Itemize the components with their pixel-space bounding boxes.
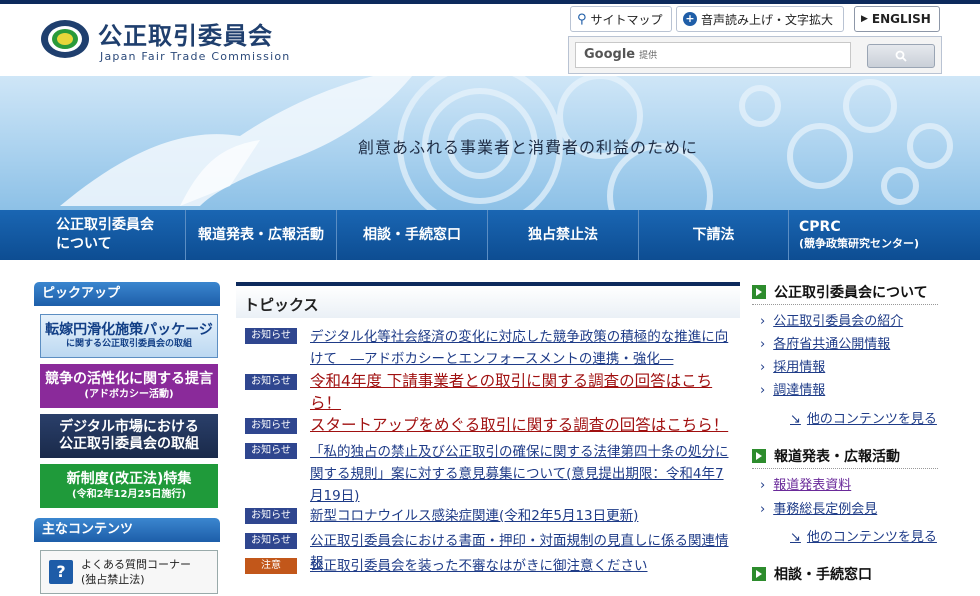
search-icon [895,50,907,62]
more-label: 他のコンテンツを見る [806,530,937,545]
topic-tag: お知らせ [245,533,297,549]
divider [752,468,938,469]
main-contents-heading: 主なコンテンツ [34,518,220,542]
banner-title: 転嫁円滑化施策パッケージ [45,321,213,338]
banner-price-pass-through[interactable]: 転嫁円滑化施策パッケージ に関する公正取引委員会の取組 [40,314,218,358]
topics-heading: トピックス [236,282,740,318]
topic-link[interactable]: 「私的独占の禁止及び公正取引の確保に関する法律第四十条の処分に関する規則」案に対… [310,441,730,507]
nav-item-consult[interactable]: 相談・手続窓口 [337,210,488,260]
topic-tag: お知らせ [245,443,297,459]
banner-advocacy[interactable]: 競争の活性化に関する提言 (アドボカシー活動) [40,364,218,408]
topic-link[interactable]: 公正取引委員会を装った不審なはがきに御注意ください [310,555,730,577]
pickup-heading: ピックアップ [34,282,220,306]
site-logo[interactable]: 公正取引委員会 Japan Fair Trade Commission [40,14,320,64]
topic-tag: お知らせ [245,328,297,344]
section-arrow-icon [752,285,766,299]
arrow-right-icon: ▶ [861,14,868,24]
sitemap-label: サイトマップ [590,12,663,27]
link-press-release[interactable]: 報道発表資料 [760,474,851,493]
plus-icon: + [683,12,697,26]
topic-tag: お知らせ [245,418,297,434]
more-link-about[interactable]: ↘ 他のコンテンツを見る [790,408,937,427]
nav-label: 相談・手続窓口 [363,226,461,243]
link-press-conference[interactable]: 事務総長定例会見 [760,498,877,517]
search-box: Google 提供 [568,36,942,74]
nav-label: 独占禁止法 [528,226,598,243]
section-title: 公正取引委員会について [774,285,928,301]
faq-sub: (独占禁止法) [81,573,145,586]
search-input[interactable]: Google 提供 [575,42,851,68]
nav-sub: について [56,236,112,252]
faq-banner[interactable]: ? よくある質問コーナー (独占禁止法) [40,550,218,594]
banner-title: 新制度(改正法)特集 [66,471,192,487]
site-title-en: Japan Fair Trade Commission [100,50,291,63]
topic-link[interactable]: 令和4年度 下請事業者との取引に関する調査の回答はこちら！ [310,370,730,414]
question-icon: ? [49,560,73,584]
banner-sub: (令和2年12月25日施行) [72,488,186,500]
arrow-icon: ↘ [790,412,801,427]
link-public-info[interactable]: 各府省共通公開情報 [760,333,890,352]
section-heading-press: 報道発表・広報活動 [752,446,900,466]
link-procurement[interactable]: 調達情報 [760,379,825,398]
nav-item-subcontract[interactable]: 下請法 [639,210,789,260]
top-border [0,0,980,4]
banner-title: デジタル市場における [59,418,199,435]
nav-label: 公正取引委員会 [56,217,154,234]
nav-item-cprc[interactable]: CPRC (競争政策研究センター) [789,210,944,260]
divider [752,304,938,305]
section-arrow-icon [752,567,766,581]
topic-link[interactable]: スタートアップをめぐる取引に関する調査の回答はこちら！ [310,414,730,436]
speech-link[interactable]: + 音声読み上げ・文字拡大 [676,6,844,32]
topic-tag: 注意 [245,558,297,574]
banner-title: 競争の活性化に関する提言 [45,371,213,387]
section-heading-about: 公正取引委員会について [752,282,928,302]
topic-tag: お知らせ [245,508,297,524]
topic-tag: お知らせ [245,374,297,390]
hero-tagline: 創意あふれる事業者と消費者の利益のために [358,138,699,157]
nav-label: 下請法 [692,226,735,243]
banner-digital-market[interactable]: デジタル市場における 公正取引委員会の取組 [40,414,218,458]
topic-link[interactable]: デジタル化等社会経済の変化に対応した競争政策の積極的な推進に向けて ―アドボカシ… [310,326,730,370]
section-heading-consult: 相談・手続窓口 [752,564,872,584]
global-nav: 公正取引委員会 について 報道発表・広報活動 相談・手続窓口 独占禁止法 下請法… [0,210,980,260]
search-button[interactable] [867,44,935,68]
map-pin-icon: ⚲ [577,11,587,27]
speech-label: 音声読み上げ・文字拡大 [701,12,834,27]
link-intro[interactable]: 公正取引委員会の紹介 [760,310,903,329]
nav-item-antimonopoly[interactable]: 独占禁止法 [488,210,639,260]
provided-label: 提供 [639,51,658,61]
banner-sub: に関する公正取引委員会の取組 [65,339,192,350]
nav-sub: (競争政策研究センター) [799,237,920,251]
nav-item-about[interactable]: 公正取引委員会 について [36,210,186,260]
more-label: 他のコンテンツを見る [806,412,937,427]
banner-new-system[interactable]: 新制度(改正法)特集 (令和2年12月25日施行) [40,464,218,508]
site-title: 公正取引委員会 [98,22,273,50]
google-label: Google [584,47,636,62]
faq-title: よくある質問コーナー [81,557,191,571]
section-title: 相談・手続窓口 [774,567,872,583]
banner-sub: 公正取引委員会の取組 [59,436,199,452]
nav-item-press[interactable]: 報道発表・広報活動 [186,210,337,260]
english-link[interactable]: ▶ ENGLISH [854,6,940,32]
link-recruit[interactable]: 採用情報 [760,356,825,375]
sitemap-link[interactable]: ⚲ サイトマップ [570,6,672,32]
arrow-icon: ↘ [790,530,801,545]
banner-sub: (アドボカシー活動) [84,388,174,400]
jftc-emblem-icon [41,20,89,58]
section-arrow-icon [752,449,766,463]
section-title: 報道発表・広報活動 [774,449,900,465]
english-label: ENGLISH [871,12,931,26]
nav-label: CPRC [799,219,841,236]
more-link-press[interactable]: ↘ 他のコンテンツを見る [790,526,937,545]
topic-link[interactable]: 新型コロナウイルス感染症関連(令和2年5月13日更新) [310,505,730,527]
nav-label: 報道発表・広報活動 [198,226,324,243]
